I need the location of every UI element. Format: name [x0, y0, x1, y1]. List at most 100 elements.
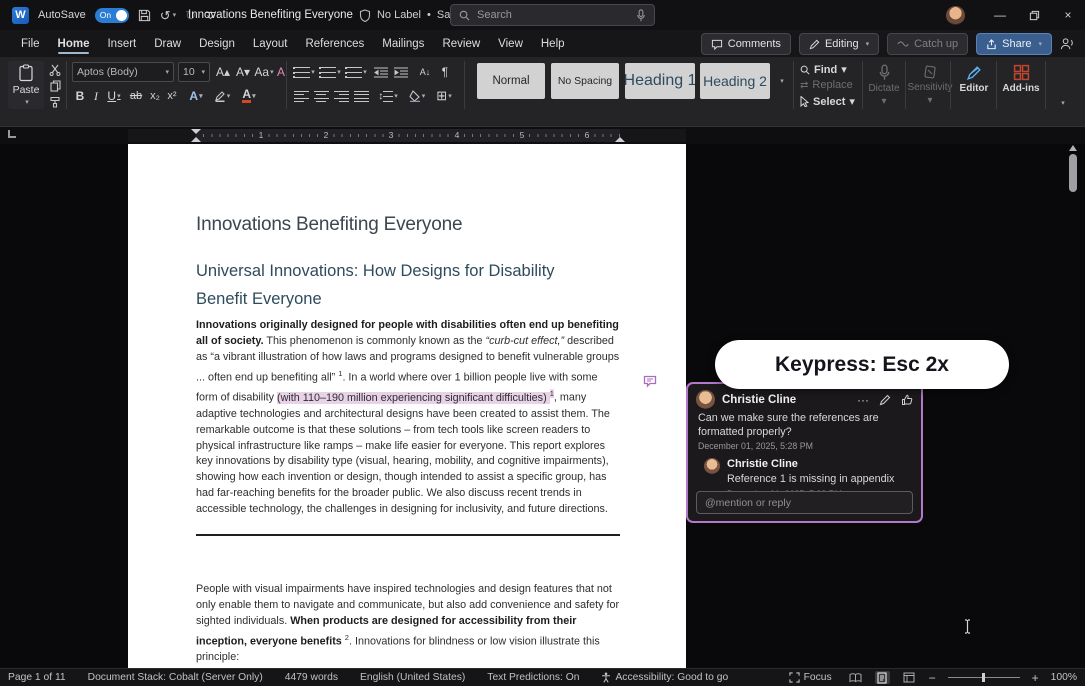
- font-name-combo[interactable]: Aptos (Body) ▾: [72, 62, 174, 82]
- tab-file[interactable]: File: [12, 33, 49, 55]
- comment-reply-input[interactable]: [696, 491, 913, 514]
- italic-button[interactable]: I: [90, 88, 102, 104]
- editor-button[interactable]: Editor: [951, 61, 997, 109]
- borders-button[interactable]: ⊞ ▾: [432, 88, 456, 104]
- tab-insert[interactable]: Insert: [98, 33, 145, 55]
- doc-paragraph-2[interactable]: People with visual impairments have insp…: [196, 582, 620, 666]
- underline-button[interactable]: U ▾: [104, 88, 124, 104]
- zoom-out-button[interactable]: −: [929, 671, 936, 685]
- numbered-list-button[interactable]: ▾: [318, 64, 342, 80]
- align-center-button[interactable]: [312, 88, 330, 104]
- tab-mailings[interactable]: Mailings: [373, 33, 433, 55]
- tab-view[interactable]: View: [489, 33, 532, 55]
- strikethrough-button[interactable]: ab: [127, 88, 145, 104]
- tab-home[interactable]: Home: [49, 33, 99, 55]
- document-page[interactable]: Innovations Benefiting Everyone Universa…: [128, 144, 686, 668]
- style-heading-1[interactable]: Heading 1: [625, 63, 695, 99]
- zoom-slider-thumb[interactable]: [981, 673, 985, 682]
- read-mode-button[interactable]: [848, 671, 863, 684]
- zoom-in-button[interactable]: +: [1032, 671, 1039, 685]
- focus-button[interactable]: Focus: [788, 672, 832, 683]
- language-indicator[interactable]: English (United States): [360, 672, 465, 683]
- bullet-list-button[interactable]: ▾: [292, 64, 316, 80]
- line-spacing-button[interactable]: ↕ ▾: [375, 88, 401, 104]
- accessibility-indicator[interactable]: Accessibility: Good to go: [601, 672, 728, 683]
- text-predictions-indicator[interactable]: Text Predictions: On: [487, 672, 579, 683]
- document-title[interactable]: Innovations Benefiting Everyone: [188, 9, 353, 21]
- tab-layout[interactable]: Layout: [244, 33, 297, 55]
- tab-selector-icon[interactable]: [8, 130, 16, 138]
- sort-button[interactable]: A↓: [414, 64, 436, 80]
- hanging-indent-marker[interactable]: [191, 137, 201, 142]
- justify-button[interactable]: [352, 88, 370, 104]
- sensitivity-button[interactable]: Sensitivity ▾: [906, 61, 954, 109]
- align-left-button[interactable]: [292, 88, 310, 104]
- comment-more-icon[interactable]: ···: [857, 393, 869, 407]
- dictate-button[interactable]: Dictate ▾: [863, 61, 905, 109]
- mic-icon[interactable]: [636, 8, 646, 22]
- catch-up-button[interactable]: Catch up: [887, 33, 969, 55]
- close-button[interactable]: ×: [1051, 0, 1085, 30]
- comments-button[interactable]: Comments: [700, 33, 791, 55]
- margin-comment-icon[interactable]: [643, 375, 658, 388]
- sensitivity-label-badge[interactable]: No Label: [377, 9, 421, 21]
- highlight-button[interactable]: ▾: [210, 88, 234, 104]
- show-formatting-button[interactable]: ¶: [437, 64, 453, 80]
- align-right-button[interactable]: [332, 88, 350, 104]
- font-size-combo[interactable]: 10 ▾: [178, 62, 210, 82]
- increase-indent-button[interactable]: [392, 64, 410, 80]
- grow-font-button[interactable]: A▴: [213, 64, 233, 80]
- horizontal-ruler[interactable]: 1 2 3 4 5 6: [128, 129, 686, 142]
- tab-design[interactable]: Design: [190, 33, 244, 55]
- font-color-button[interactable]: A ▾: [237, 88, 261, 104]
- text-effects-button[interactable]: A ▾: [185, 88, 207, 104]
- scrollbar-up-arrow[interactable]: [1069, 145, 1077, 151]
- styles-more-button[interactable]: ▾: [774, 63, 788, 99]
- replace-button[interactable]: ⇄ Replace: [800, 79, 853, 91]
- subscript-button[interactable]: x₂: [147, 88, 163, 104]
- zoom-level[interactable]: 100%: [1051, 672, 1077, 683]
- comment-like-icon[interactable]: [901, 394, 913, 406]
- superscript-button[interactable]: x²: [164, 88, 180, 104]
- tab-references[interactable]: References: [296, 33, 373, 55]
- tab-draw[interactable]: Draw: [145, 33, 190, 55]
- editing-mode-button[interactable]: Editing ▾: [798, 33, 880, 55]
- copy-button[interactable]: [47, 79, 63, 93]
- paste-button[interactable]: Paste ▾: [8, 61, 44, 109]
- shading-button[interactable]: ▾: [405, 88, 429, 104]
- comment-card[interactable]: Christie Cline ··· Can we make sure the …: [686, 382, 923, 523]
- decrease-indent-button[interactable]: [372, 64, 390, 80]
- addins-button[interactable]: Add-ins: [997, 61, 1045, 109]
- web-layout-button[interactable]: [902, 671, 917, 684]
- style-no-spacing[interactable]: No Spacing: [551, 63, 619, 99]
- autosave-toggle[interactable]: On: [94, 7, 129, 23]
- style-normal[interactable]: Normal: [477, 63, 545, 99]
- doc-heading-text[interactable]: Universal Innovations: How Designs for D…: [196, 258, 598, 313]
- scrollbar-thumb[interactable]: [1069, 154, 1077, 192]
- style-heading-2[interactable]: Heading 2: [700, 63, 770, 99]
- shrink-font-button[interactable]: A▾: [233, 64, 253, 80]
- bold-button[interactable]: B: [73, 88, 87, 104]
- undo-button[interactable]: ↺ ▾: [160, 9, 176, 22]
- comment-edit-icon[interactable]: [879, 394, 891, 406]
- right-indent-marker[interactable]: [615, 137, 625, 142]
- select-button[interactable]: Select ▾: [800, 95, 855, 108]
- zoom-slider[interactable]: [947, 673, 1020, 682]
- save-button[interactable]: [138, 9, 151, 22]
- format-painter-button[interactable]: [47, 95, 63, 109]
- page-indicator[interactable]: Page 1 of 11: [8, 672, 66, 683]
- para1-comment-highlight[interactable]: (with 110–190 million experiencing signi…: [277, 391, 550, 404]
- document-stack-indicator[interactable]: Document Stack: Cobalt (Server Only): [88, 672, 263, 683]
- search-box[interactable]: [450, 4, 655, 26]
- minimize-button[interactable]: —: [983, 0, 1017, 30]
- search-input[interactable]: [477, 9, 629, 21]
- person-alert-icon[interactable]: [1060, 37, 1075, 51]
- change-case-button[interactable]: Aa ▾: [254, 64, 274, 80]
- doc-paragraph-1[interactable]: Innovations originally designed for peop…: [196, 318, 620, 518]
- user-avatar[interactable]: [946, 5, 965, 25]
- first-line-indent-marker[interactable]: [191, 129, 201, 134]
- cut-button[interactable]: [47, 63, 63, 77]
- collapse-ribbon-button[interactable]: ▾: [1052, 95, 1072, 111]
- tab-review[interactable]: Review: [433, 33, 489, 55]
- find-button[interactable]: Find ▾: [800, 63, 847, 76]
